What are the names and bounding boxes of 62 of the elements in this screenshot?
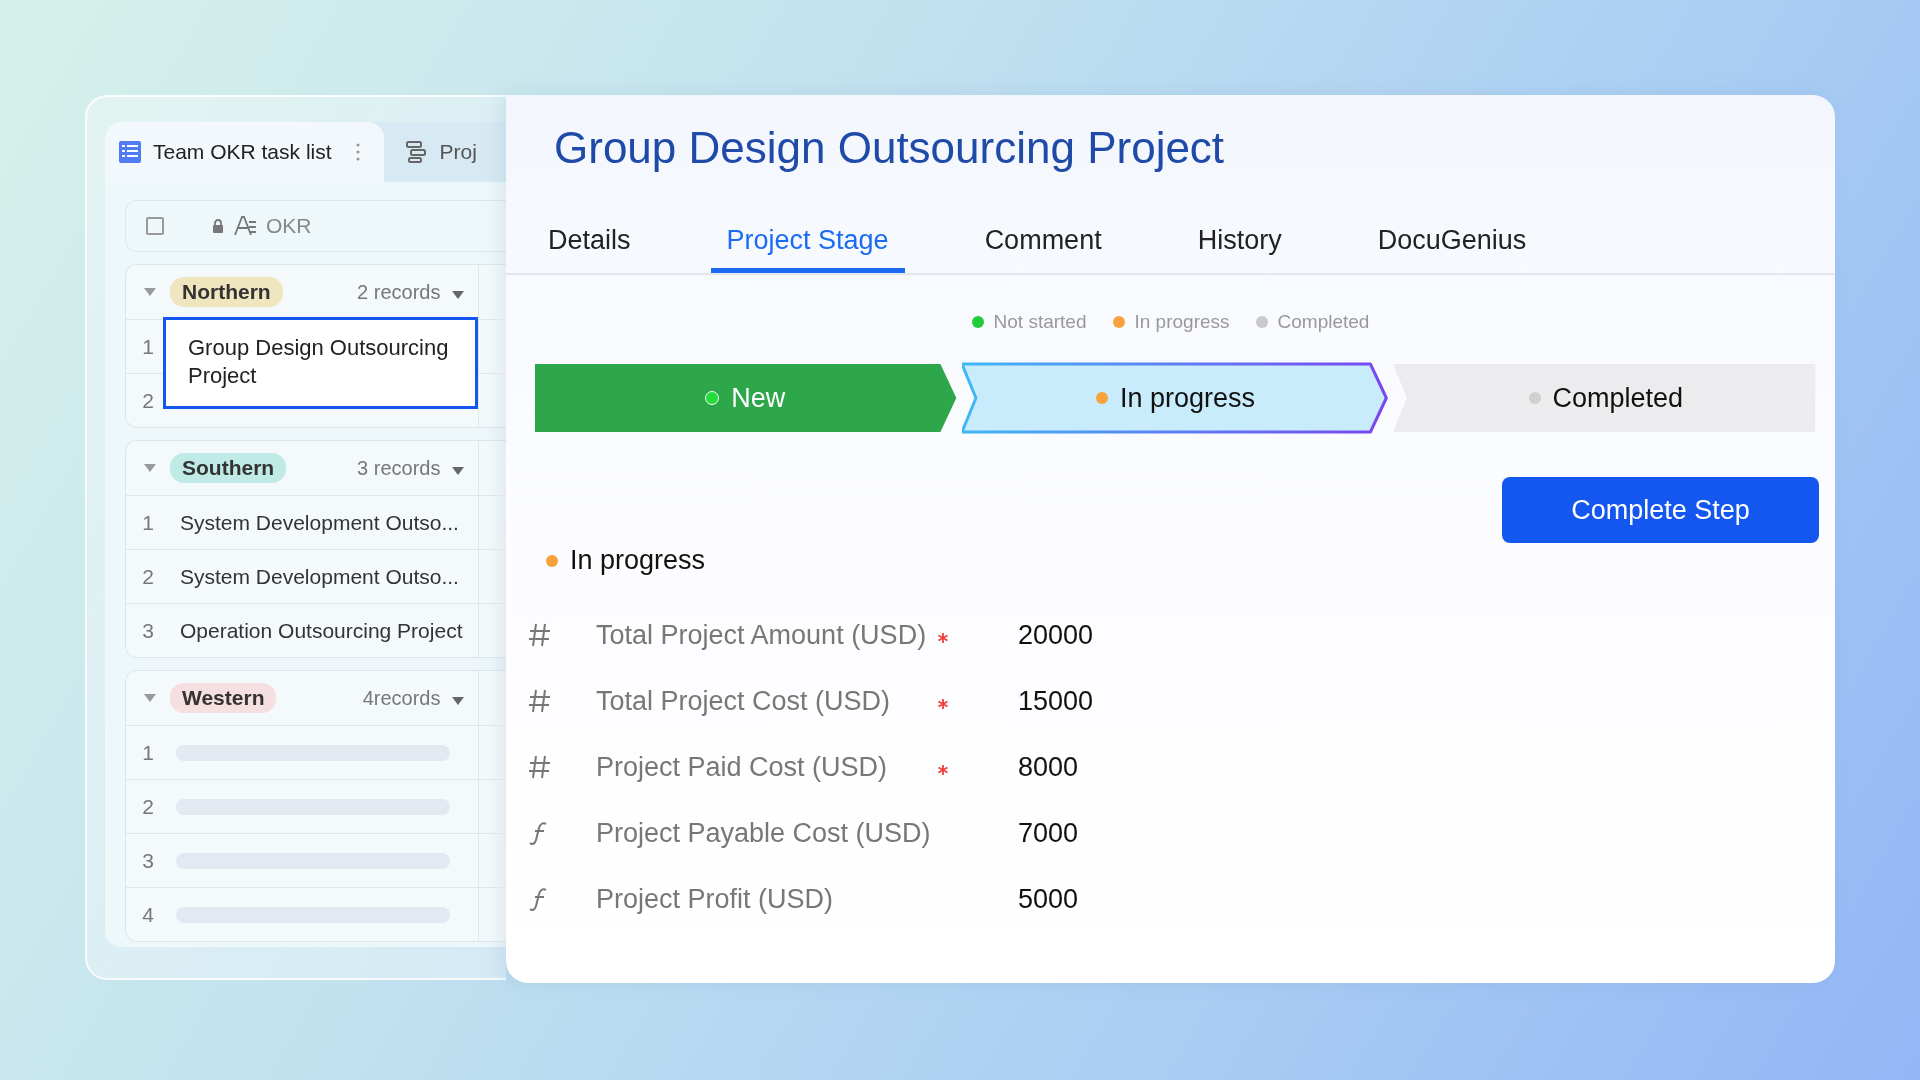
- text-field-icon: [234, 216, 256, 236]
- row-number: 1: [141, 740, 155, 765]
- table-cell: System Development Outso...: [180, 510, 459, 535]
- complete-step-button[interactable]: Complete Step: [1502, 477, 1819, 543]
- hash-icon: [528, 755, 552, 779]
- row-number: 2: [141, 564, 155, 589]
- tab[interactable]: Project Stage: [710, 217, 905, 273]
- row-number: 3: [141, 618, 155, 643]
- field-label: Project Paid Cost (USD): [596, 751, 889, 783]
- stage-label: In progress: [1119, 382, 1256, 414]
- status-label: In progress: [570, 545, 706, 576]
- gantt-icon: [405, 141, 428, 163]
- tab[interactable]: Comment: [968, 217, 1118, 273]
- table-cell: Operation Outsourcing Project: [180, 618, 463, 643]
- table-cell: System Development Outso...: [180, 564, 459, 589]
- field-value: 15000: [1018, 685, 1094, 717]
- collapse-icon: [144, 464, 156, 472]
- group-tag: Southern: [170, 453, 287, 483]
- row-number: 3: [141, 848, 155, 873]
- stage-step[interactable]: In progress: [962, 361, 1389, 435]
- record-count[interactable]: 4records: [362, 686, 464, 710]
- group-tag: Northern: [170, 277, 283, 307]
- field-label: Total Project Amount (USD): [596, 619, 928, 651]
- tab[interactable]: Details: [532, 217, 647, 273]
- group-tag: Western: [170, 683, 277, 713]
- dropdown-icon: [452, 466, 464, 475]
- tab[interactable]: DocuGenius: [1361, 217, 1543, 273]
- record-count[interactable]: 2 records: [357, 280, 464, 304]
- hash-icon: [528, 623, 552, 647]
- legend-label: In progress: [1134, 311, 1230, 333]
- tab[interactable]: History: [1181, 217, 1298, 273]
- legend-label: Completed: [1277, 311, 1370, 333]
- record-title: Group Design Outsourcing Project: [554, 123, 1226, 173]
- select-all-checkbox[interactable]: [146, 217, 164, 235]
- row-number: 4: [141, 902, 155, 927]
- record-count[interactable]: 3 records: [357, 456, 464, 480]
- field-label: Total Project Cost (USD): [596, 685, 892, 717]
- column-header: OKR: [266, 214, 312, 238]
- lock-icon: [212, 219, 224, 233]
- row-number: 2: [141, 388, 155, 413]
- row-number: 1: [141, 334, 155, 359]
- field-value: 7000: [1018, 817, 1079, 849]
- dropdown-icon: [452, 696, 464, 705]
- stage-label: New: [731, 382, 786, 414]
- legend-label: Not started: [993, 311, 1087, 333]
- hash-icon: [528, 689, 552, 713]
- more-icon: [355, 142, 360, 162]
- row-number: 1: [141, 510, 155, 535]
- collapse-icon: [144, 288, 156, 296]
- sheet-tab[interactable]: Proj: [383, 122, 491, 182]
- sheet-tab[interactable]: Team OKR task list: [105, 122, 384, 182]
- collapse-icon: [144, 694, 156, 702]
- field-value: 5000: [1018, 883, 1079, 915]
- table-icon: [119, 141, 141, 163]
- dropdown-icon: [452, 290, 464, 299]
- stage-label: Completed: [1552, 382, 1684, 414]
- row-number: 2: [141, 794, 155, 819]
- field-value: 20000: [1018, 619, 1094, 651]
- field-value: 8000: [1018, 751, 1079, 783]
- field-label: Project Profit (USD): [596, 883, 835, 915]
- field-label: Project Payable Cost (USD): [596, 817, 932, 849]
- cell-editor[interactable]: Group Design Outsourcing Project: [163, 317, 478, 409]
